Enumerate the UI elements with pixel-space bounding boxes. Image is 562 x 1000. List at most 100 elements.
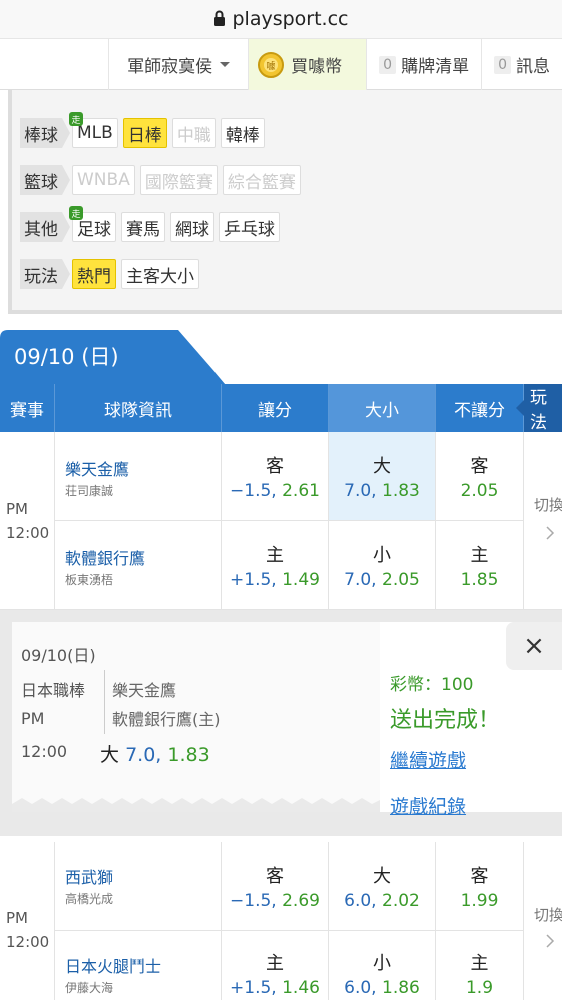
switch-label: 切換 [534,906,562,924]
buy-coin-button[interactable]: 噱 買噱幣 [248,39,367,90]
spread-line: −1.5, [230,891,277,911]
odds-value: 1.9 [465,978,494,998]
ticket-away-team: 樂天金鷹 [112,681,177,700]
odds-value: 2.05 [382,570,420,590]
url-text: playsport.cc [232,8,349,30]
user-menu[interactable]: 軍師寂寞侯 [108,39,248,90]
filter-tag-home-away-ou[interactable]: 主客大小 [121,259,199,289]
odds-side: 客 [470,456,489,477]
col-header-spread: 讓分 [222,384,329,432]
filter-tag-wnba: WNBA [72,165,135,195]
odds-cell-over-away-selected[interactable]: 大 7.0, 1.83 [329,432,436,521]
odds-value: 1.83 [382,481,420,501]
filter-category: 棒球 [20,118,70,148]
filter-tag-soccer[interactable]: 走足球 [69,206,116,242]
team-info-home[interactable]: 軟體銀行鷹 板東湧梧 [55,521,222,610]
odds-side: 小 [373,545,391,566]
buy-coin-label: 買噱幣 [291,57,343,77]
filter-tag-table-tennis[interactable]: 乒乓球 [219,212,280,242]
odds-value: 2.05 [460,481,499,501]
filter-tag-mlb[interactable]: 走 MLB [69,112,118,148]
game-record-link[interactable]: 遊戲紀錄 [390,792,466,819]
odds-value: 1.86 [382,978,420,998]
col-header-team: 球隊資訊 [55,384,222,432]
ticket-ampm: PM [21,709,45,728]
filter-tag-npb[interactable]: 日棒 [122,118,167,148]
filter-tag-horse-racing[interactable]: 賽馬 [121,212,165,242]
close-popup-button[interactable]: × [506,622,562,670]
odds-cell-moneyline-home[interactable]: 主 1.85 [436,521,524,610]
filter-tag-hot[interactable]: 熱門 [72,259,116,289]
ticket-divider [104,670,105,734]
pitcher-name: 伊藤大海 [65,981,114,995]
continue-game-link[interactable]: 繼續遊戲 [390,746,466,773]
lock-icon [214,10,226,26]
odds-side: 主 [266,953,284,974]
game-time: 12:00 [6,524,50,542]
odds-table-header: 賽事 球隊資訊 讓分 大小 不讓分 玩法 [0,384,562,433]
ticket-pick: 大 7.0, 1.83 [100,740,210,767]
pick-line: 7.0, [125,744,162,766]
col-header-game: 賽事 [0,384,55,432]
cart-count-badge: 0 [379,55,397,74]
ticket-date: 09/10(日) [21,646,96,665]
caret-down-icon [220,62,231,67]
odds-side: 小 [373,953,391,974]
odds-cell-spread-home[interactable]: 主 +1.5, 1.46 [222,931,329,1000]
bet-ticket: 09/10(日) 日本職棒 PM 12:00 樂天金鷹 軟體銀行鷹(主) 大 7… [12,622,380,812]
team-name: 軟體銀行鷹 [65,549,146,568]
cart-link[interactable]: 0 購牌清單 [366,39,481,90]
game-time-ampm: PM [6,909,28,927]
odds-cell-moneyline-away[interactable]: 客 1.99 [436,842,524,931]
team-name: 樂天金鷹 [65,460,130,479]
odds-cell-over-away[interactable]: 大 6.0, 2.02 [329,842,436,931]
ou-line: 6.0, [344,891,377,911]
switch-play-cell[interactable]: 切換 [524,842,562,1000]
odds-side: 客 [266,456,284,477]
odds-cell-under-home[interactable]: 小 6.0, 1.86 [329,931,436,1000]
svg-text:噱: 噱 [267,60,276,72]
game-time: 12:00 [6,933,50,951]
odds-cell-spread-away[interactable]: 客 −1.5, 2.69 [222,842,329,931]
messages-link[interactable]: 0 訊息 [481,39,562,90]
coin-balance: 彩幣：100 [390,675,474,695]
pitcher-name: 荘司康誠 [65,484,114,498]
user-name: 軍師寂寞侯 [127,57,213,77]
odds-side: 主 [470,545,489,566]
switch-label: 切換 [534,496,562,514]
chevron-right-icon [546,934,555,948]
close-icon: × [523,631,545,661]
filter-tag-kbo[interactable]: 韓棒 [220,118,265,148]
team-info-away[interactable]: 樂天金鷹 荘司康誠 [55,432,222,521]
odds-value: 1.99 [460,891,499,911]
team-info-away[interactable]: 西武獅 高橋光成 [55,842,222,931]
filter-row-play-type: 玩法 熱門 主客大小 [20,257,204,291]
odds-value: 1.85 [460,570,499,590]
ticket-league: 日本職棒 [21,681,86,700]
walk-badge-icon: 走 [69,206,83,220]
message-count-badge: 0 [494,55,511,74]
switch-play-cell[interactable]: 切換 [524,432,562,610]
filter-tag-tennis[interactable]: 網球 [170,212,214,242]
odds-cell-moneyline-away[interactable]: 客 2.05 [436,432,524,521]
odds-cell-spread-away[interactable]: 客 −1.5, 2.61 [222,432,329,521]
team-name: 日本火腿鬥士 [65,957,162,976]
odds-cell-spread-home[interactable]: 主 +1.5, 1.49 [222,521,329,610]
odds-cell-under-home[interactable]: 小 7.0, 2.05 [329,521,436,610]
col-header-moneyline: 不讓分 [436,384,524,432]
col-header-play: 玩法 [516,384,562,433]
team-info-home[interactable]: 日本火腿鬥士 伊藤大海 [55,931,222,1000]
odds-side: 主 [470,953,489,974]
bet-confirmation-popup: 09/10(日) 日本職棒 PM 12:00 樂天金鷹 軟體銀行鷹(主) 大 7… [0,610,562,836]
filter-row-basketball: 籃球 WNBA 國際籃賽 綜合籃賽 [20,163,306,197]
game-time-cell: PM 12:00 [0,432,55,610]
pitcher-name: 板東湧梧 [65,573,114,587]
spread-line: +1.5, [230,978,277,998]
odds-value: 2.02 [382,891,420,911]
odds-side: 客 [266,866,284,887]
odds-side: 主 [266,545,284,566]
odds-cell-moneyline-home[interactable]: 主 1.9 [436,931,524,1000]
browser-url-bar[interactable]: playsport.cc [0,0,562,38]
date-header: 09/10 (日) [0,330,562,384]
header-arrow-shape [516,400,524,416]
